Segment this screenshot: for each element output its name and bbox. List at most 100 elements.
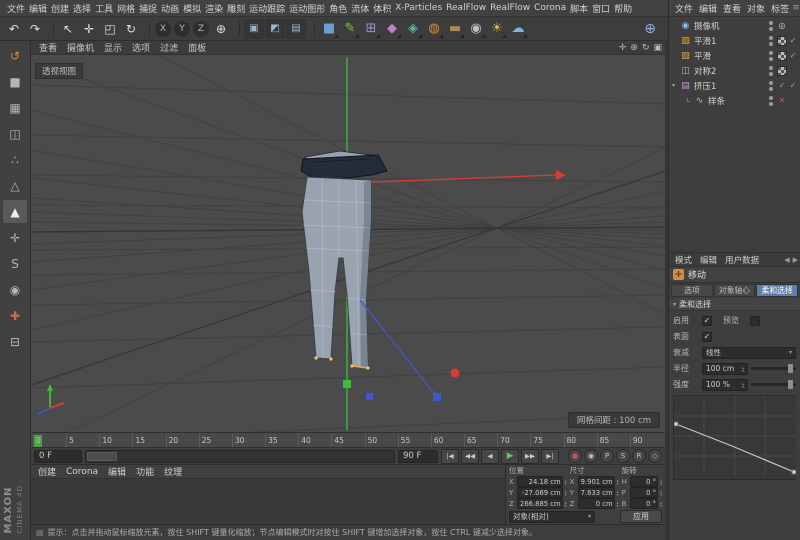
add-subdivision-icon[interactable]: ⊞ (361, 19, 381, 39)
coordinate-field[interactable]: -27.069 cm (517, 487, 563, 498)
timeline-tick[interactable]: 85 (597, 434, 630, 447)
visibility-dots[interactable] (769, 21, 774, 31)
render-settings-icon[interactable]: ◩ (265, 19, 285, 39)
object-tree-row[interactable]: ▧ 平滑1 (669, 33, 800, 48)
viewport-menu-item[interactable]: 面板 (183, 41, 211, 54)
perspective-viewport[interactable]: 透视视图 网格间距 : 100 cm (31, 55, 665, 432)
object-tag-icon[interactable] (777, 96, 787, 106)
coordinate-field[interactable]: 0 ° (630, 498, 658, 509)
coordinate-field[interactable]: 0 ° (630, 487, 658, 498)
coordinate-field[interactable]: 266.885 cm (517, 498, 563, 509)
timeline-tick[interactable]: 0 (33, 434, 66, 447)
timeline-tick[interactable]: 35 (265, 434, 298, 447)
field-spinner[interactable]: ▴▾ (565, 501, 567, 507)
add-camera-icon[interactable]: ◉ (466, 19, 486, 39)
play-button[interactable]: ▶ (501, 449, 519, 464)
attribute-tab[interactable]: 柔和选择 (756, 284, 798, 297)
timeline-tick[interactable]: 40 (298, 434, 331, 447)
menu-item[interactable]: 帮助 (612, 2, 634, 15)
coordinate-field[interactable]: 0 ° (630, 476, 658, 487)
surface-checkbox[interactable] (702, 332, 712, 342)
field-spinner[interactable]: ▴▾ (660, 479, 662, 485)
menu-item[interactable]: 运动图形 (287, 2, 327, 15)
edges-mode-icon[interactable]: △ (3, 174, 27, 197)
menu-item[interactable]: 创建 (49, 2, 71, 15)
z-axis-lock-icon[interactable]: Z (193, 21, 209, 37)
viewport-menu-item[interactable]: 显示 (99, 41, 127, 54)
timeline-range-slider[interactable] (85, 450, 395, 463)
viewport-canvas[interactable] (31, 55, 665, 432)
object-tag-icon[interactable] (777, 66, 787, 76)
record-position-button[interactable]: P (600, 449, 614, 463)
add-cube-icon[interactable]: ■ (319, 19, 339, 39)
timeline-tick[interactable]: 25 (199, 434, 232, 447)
autokey-button[interactable]: ◉ (584, 449, 598, 463)
object-tag-icon[interactable] (788, 36, 798, 46)
history-forward-icon[interactable]: ▶ (793, 256, 798, 264)
menu-item[interactable]: 窗口 (590, 2, 612, 15)
soft-selection-group-header[interactable]: ▾ 柔和选择 (669, 298, 800, 311)
strength-field[interactable]: 100 % ▴▾ (702, 379, 748, 391)
zoom-view-icon[interactable]: ⊕ (630, 43, 638, 53)
field-spinner[interactable]: ▴▾ (660, 490, 662, 496)
timeline-tick[interactable]: 15 (132, 434, 165, 447)
preview-checkbox[interactable] (750, 316, 760, 326)
visibility-dots[interactable] (769, 66, 774, 76)
add-sky-icon[interactable]: ☁ (508, 19, 528, 39)
rotate-view-icon[interactable]: ↻ (642, 43, 650, 53)
workplane-snap-icon[interactable]: ⊟ (3, 330, 27, 353)
redo-icon[interactable]: ↷ (25, 19, 45, 39)
material-menu-item[interactable]: 创建 (33, 465, 61, 478)
toggle-view-icon[interactable]: ▣ (653, 43, 662, 53)
viewport-menu-item[interactable]: 选项 (127, 41, 155, 54)
record-scale-button[interactable]: S (616, 449, 630, 463)
menu-item[interactable]: 雕刻 (225, 2, 247, 15)
object-tag-icon[interactable] (788, 51, 798, 61)
scale-tool-icon[interactable]: ◰ (100, 19, 120, 39)
live-selection-icon[interactable]: ↖ (58, 19, 78, 39)
timeline-tick[interactable]: 55 (398, 434, 431, 447)
online-help-globe-icon[interactable]: ⊕ (644, 21, 656, 37)
viewport-menu-item[interactable]: 摄像机 (62, 41, 99, 54)
timeline-tick[interactable]: 80 (564, 434, 597, 447)
visibility-dots[interactable] (769, 36, 774, 46)
tweak-mode-icon[interactable]: ✛ (3, 226, 27, 249)
object-name[interactable]: 挤压1 (694, 80, 769, 92)
prev-frame-button[interactable]: ◀ (481, 449, 499, 464)
timeline-tick[interactable]: 45 (331, 434, 364, 447)
om-menu-item[interactable]: 查看 (720, 2, 744, 15)
object-tag-icon[interactable] (777, 21, 787, 31)
separator[interactable] (235, 21, 240, 36)
range-slider-handle[interactable] (87, 452, 117, 461)
menu-item[interactable]: 工具 (93, 2, 115, 15)
convert-tool-icon[interactable]: ↺ (3, 44, 27, 67)
object-name[interactable]: 样条 (708, 95, 769, 107)
record-keyframe-button[interactable]: ● (568, 449, 582, 463)
timeline-tick[interactable]: 5 (66, 434, 99, 447)
material-menu-item[interactable]: Corona (61, 467, 103, 477)
record-rotation-button[interactable]: R (632, 449, 646, 463)
menu-item[interactable]: 模拟 (181, 2, 203, 15)
menu-item[interactable]: 文件 (5, 2, 27, 15)
add-deformer-icon[interactable]: ◆ (382, 19, 402, 39)
undo-icon[interactable]: ↶ (4, 19, 24, 39)
panel-menu-icon[interactable]: ≡ (792, 3, 800, 13)
attribute-menu-item[interactable]: 编辑 (696, 254, 721, 266)
rotate-tool-icon[interactable]: ↻ (121, 19, 141, 39)
timeline-tick[interactable]: 65 (464, 434, 497, 447)
add-light-icon[interactable]: ☀ (487, 19, 507, 39)
prev-key-button[interactable]: ◀◀ (461, 449, 479, 464)
timeline-tick[interactable]: 20 (166, 434, 199, 447)
radius-slider[interactable] (751, 367, 796, 370)
timeline-tick[interactable]: 10 (99, 434, 132, 447)
coordinate-field[interactable]: 0 cm (578, 498, 615, 509)
field-spinner[interactable]: ▴▾ (617, 490, 619, 496)
field-spinner[interactable]: ▴▾ (742, 366, 744, 372)
points-mode-icon[interactable]: ∴ (3, 148, 27, 171)
falloff-curve-editor[interactable] (673, 395, 796, 480)
expand-icon[interactable]: ∟ (686, 97, 694, 104)
add-mograph-icon[interactable]: ◈ (403, 19, 423, 39)
timeline-tick[interactable]: 60 (431, 434, 464, 447)
strength-slider[interactable] (751, 383, 796, 386)
object-tree-row[interactable]: ∟ ∿ 样条 (669, 93, 800, 108)
